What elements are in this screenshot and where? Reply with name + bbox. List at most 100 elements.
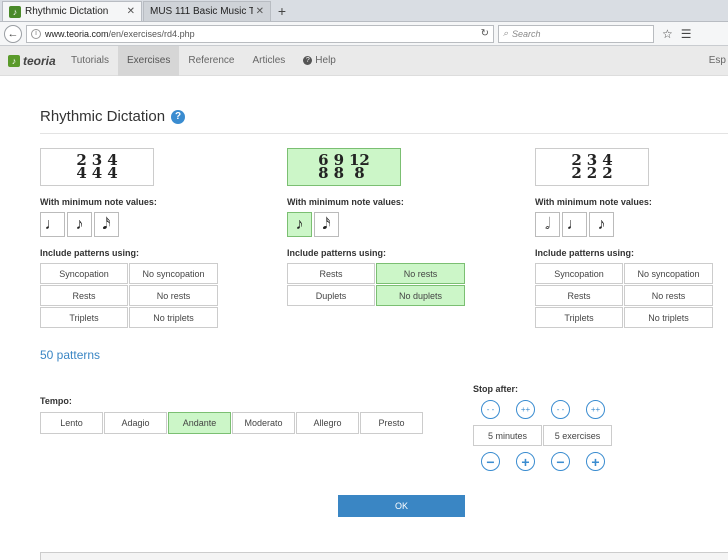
footer-panel: [40, 552, 728, 560]
meter-selector[interactable]: 68 98 12 8: [287, 148, 401, 186]
exercises-decrease-big-button[interactable]: - -: [551, 400, 570, 419]
teoria-logo-icon: ♪: [8, 54, 20, 67]
option-no-rests[interactable]: No rests: [624, 285, 713, 306]
close-icon[interactable]: ✕: [127, 6, 135, 17]
meter-group-simple: 24 34 44 With minimum note values: ♩ ♪ 𝅘…: [40, 148, 222, 328]
search-placeholder: Search: [512, 28, 541, 39]
sixteenth-note-icon[interactable]: 𝅘𝅥𝅯: [94, 212, 119, 237]
option-triplets[interactable]: Triplets: [40, 307, 128, 328]
exercises-increase-button[interactable]: +: [586, 452, 605, 471]
meter-group-compound: 68 98 12 8 With minimum note values: ♪ 𝅘𝅥…: [287, 148, 469, 306]
new-tab-icon[interactable]: +: [272, 1, 292, 21]
note-value-group: ♩ ♪ 𝅘𝅥𝅯: [40, 212, 222, 237]
page-title: Rhythmic Dictation ?: [40, 108, 186, 125]
main-content: Rhythmic Dictation ? 24 34 44 With minim…: [0, 76, 728, 560]
option-no-triplets[interactable]: No triplets: [129, 307, 218, 328]
eighth-note-icon[interactable]: ♪: [67, 212, 92, 237]
time-signature: 68: [318, 151, 329, 182]
option-triplets[interactable]: Triplets: [535, 307, 623, 328]
time-signature: 98: [333, 151, 344, 182]
option-no-rests[interactable]: No rests: [129, 285, 218, 306]
option-no-duplets[interactable]: No duplets: [376, 285, 465, 306]
note-value-group: ♪ 𝅘𝅥𝅯: [287, 212, 469, 237]
tempo-selector: Lento Adagio Andante Moderato Allegro Pr…: [40, 412, 423, 434]
logo-text: teoria: [23, 53, 56, 68]
option-duplets[interactable]: Duplets: [287, 285, 375, 306]
tempo-allegro[interactable]: Allegro: [296, 412, 359, 434]
quarter-note-icon[interactable]: ♩: [562, 212, 587, 237]
include-label: Include patterns using:: [287, 248, 387, 258]
option-no-rests[interactable]: No rests: [376, 263, 465, 284]
pattern-options: Rests No rests Duplets No duplets: [287, 263, 469, 306]
option-syncopation[interactable]: Syncopation: [40, 263, 128, 284]
reading-list-icon[interactable]: ☰: [681, 27, 692, 41]
title-divider: [40, 133, 728, 134]
reload-icon[interactable]: ↻: [481, 28, 489, 39]
option-no-syncopation[interactable]: No syncopation: [624, 263, 713, 284]
tab-title: Rhythmic Dictation: [25, 6, 109, 17]
exercises-increase-big-button[interactable]: ++: [586, 400, 605, 419]
url-path: /en/exercises/rd4.php: [108, 28, 195, 39]
nav-help[interactable]: ? Help: [294, 46, 345, 76]
browser-tab-active[interactable]: ♪ Rhythmic Dictation ✕: [2, 1, 142, 21]
minutes-decrease-big-button[interactable]: - -: [481, 400, 500, 419]
pattern-options: Syncopation No syncopation Rests No rest…: [40, 263, 222, 328]
back-arrow-icon[interactable]: ←: [4, 24, 22, 43]
minutes-increase-button[interactable]: +: [516, 452, 535, 471]
time-signature: 22: [571, 151, 582, 182]
tab-title: MUS 111 Basic Music Theory II ...: [150, 6, 253, 17]
search-icon: ⌕: [503, 28, 509, 38]
nav-help-label: Help: [315, 55, 336, 66]
meter-selector[interactable]: 22 32 42: [535, 148, 649, 186]
language-link[interactable]: Esp: [709, 55, 728, 66]
option-rests[interactable]: Rests: [535, 285, 623, 306]
url-bar[interactable]: i www.teoria.com /en/exercises/rd4.php ↻: [26, 24, 494, 43]
minutes-decrease-button[interactable]: −: [481, 452, 500, 471]
tempo-andante[interactable]: Andante: [168, 412, 231, 434]
tempo-adagio[interactable]: Adagio: [104, 412, 167, 434]
ok-button[interactable]: OK: [338, 495, 465, 517]
option-no-triplets[interactable]: No triplets: [624, 307, 713, 328]
close-icon[interactable]: ✕: [256, 6, 264, 17]
quarter-note-icon[interactable]: ♩: [40, 212, 65, 237]
tempo-presto[interactable]: Presto: [360, 412, 423, 434]
min-note-label: With minimum note values:: [535, 197, 652, 207]
browser-navbar: ← i www.teoria.com /en/exercises/rd4.php…: [0, 22, 728, 46]
eighth-note-icon[interactable]: ♪: [287, 212, 312, 237]
browser-tabbar: ♪ Rhythmic Dictation ✕ MUS 111 Basic Mus…: [0, 0, 728, 22]
browser-tab-inactive[interactable]: MUS 111 Basic Music Theory II ... ✕: [143, 1, 271, 21]
page-title-text: Rhythmic Dictation: [40, 108, 166, 125]
option-rests[interactable]: Rests: [287, 263, 375, 284]
tempo-moderato[interactable]: Moderato: [232, 412, 295, 434]
patterns-count: 50 patterns: [40, 348, 101, 362]
eighth-note-icon[interactable]: ♪: [589, 212, 614, 237]
pattern-options: Syncopation No syncopation Rests No rest…: [535, 263, 717, 328]
meter-selector[interactable]: 24 34 44: [40, 148, 154, 186]
nav-articles[interactable]: Articles: [243, 46, 294, 76]
nav-tutorials[interactable]: Tutorials: [62, 46, 118, 76]
include-label: Include patterns using:: [40, 248, 140, 258]
option-rests[interactable]: Rests: [40, 285, 128, 306]
sixteenth-note-icon[interactable]: 𝅘𝅥𝅯: [314, 212, 339, 237]
search-input[interactable]: ⌕ Search: [498, 24, 654, 43]
minutes-value: 5 minutes: [473, 425, 542, 446]
help-circle-icon[interactable]: ?: [171, 109, 186, 124]
info-icon[interactable]: i: [31, 28, 41, 39]
min-note-label: With minimum note values:: [287, 197, 404, 207]
nav-exercises[interactable]: Exercises: [117, 45, 180, 76]
half-note-icon[interactable]: 𝅗𝅥: [535, 212, 560, 237]
site-logo[interactable]: ♪ teoria: [0, 54, 62, 68]
nav-reference[interactable]: Reference: [179, 46, 243, 76]
tempo-lento[interactable]: Lento: [40, 412, 103, 434]
min-note-label: With minimum note values:: [40, 197, 157, 207]
exercises-decrease-button[interactable]: −: [551, 452, 570, 471]
time-signature: 42: [602, 151, 613, 182]
stop-after-controls: - - ++ - - ++ 5 minutes 5 exercises − + …: [473, 400, 615, 471]
option-syncopation[interactable]: Syncopation: [535, 263, 623, 284]
meter-group-cut: 22 32 42 With minimum note values: 𝅗𝅥 ♩ …: [535, 148, 717, 328]
stop-after-label: Stop after:: [473, 384, 518, 394]
minutes-increase-big-button[interactable]: ++: [516, 400, 535, 419]
bookmark-star-icon[interactable]: ☆: [662, 27, 673, 41]
time-signature: 32: [586, 151, 598, 182]
option-no-syncopation[interactable]: No syncopation: [129, 263, 218, 284]
